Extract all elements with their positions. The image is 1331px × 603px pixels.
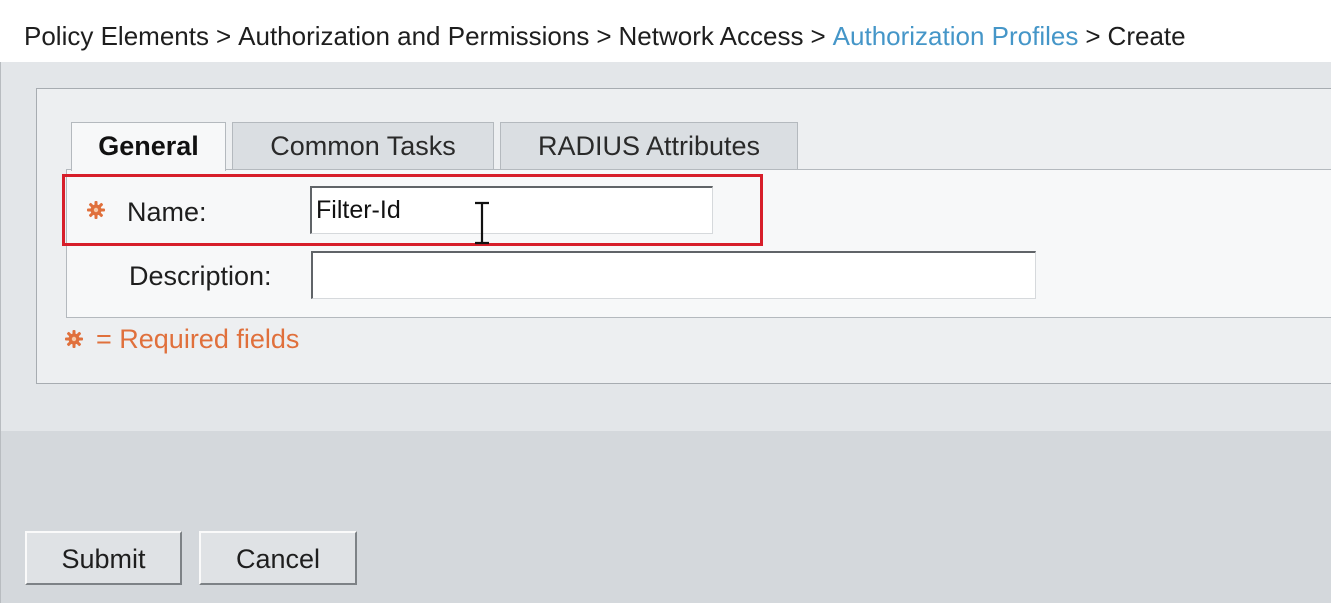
breadcrumb-item-network-access[interactable]: Network Access: [619, 21, 804, 51]
text-cursor-icon: [475, 201, 489, 245]
description-label: Description:: [129, 261, 272, 291]
breadcrumb-separator: >: [810, 21, 826, 51]
breadcrumb-item-create: Create: [1107, 21, 1186, 51]
submit-button[interactable]: Submit: [25, 531, 182, 585]
tab-common-tasks[interactable]: Common Tasks: [232, 122, 494, 169]
authorization-profile-create-page: Policy Elements > Authorization and Permis…: [0, 0, 1331, 603]
breadcrumb-item-authorization-profiles[interactable]: Authorization Profiles: [833, 21, 1079, 51]
tab-radius-attributes[interactable]: RADIUS Attributes: [500, 122, 798, 169]
required-asterisk-icon: [87, 201, 105, 219]
breadcrumb-item-authorization-and-permissions[interactable]: Authorization and Permissions: [238, 21, 589, 51]
required-asterisk-icon: [65, 330, 83, 348]
name-input[interactable]: [310, 186, 713, 234]
breadcrumb-item-policy-elements[interactable]: Policy Elements: [24, 21, 209, 51]
description-input[interactable]: [311, 251, 1036, 299]
breadcrumb: Policy Elements > Authorization and Permis…: [24, 14, 1186, 58]
tab-general[interactable]: General: [71, 122, 226, 171]
breadcrumb-separator: >: [596, 21, 612, 51]
name-label: Name:: [127, 197, 207, 227]
cancel-button[interactable]: Cancel: [199, 531, 357, 585]
required-fields-note: = Required fields: [96, 324, 300, 354]
window-edge: [0, 62, 1, 603]
breadcrumb-separator: >: [1085, 21, 1101, 51]
breadcrumb-separator: >: [215, 21, 232, 51]
